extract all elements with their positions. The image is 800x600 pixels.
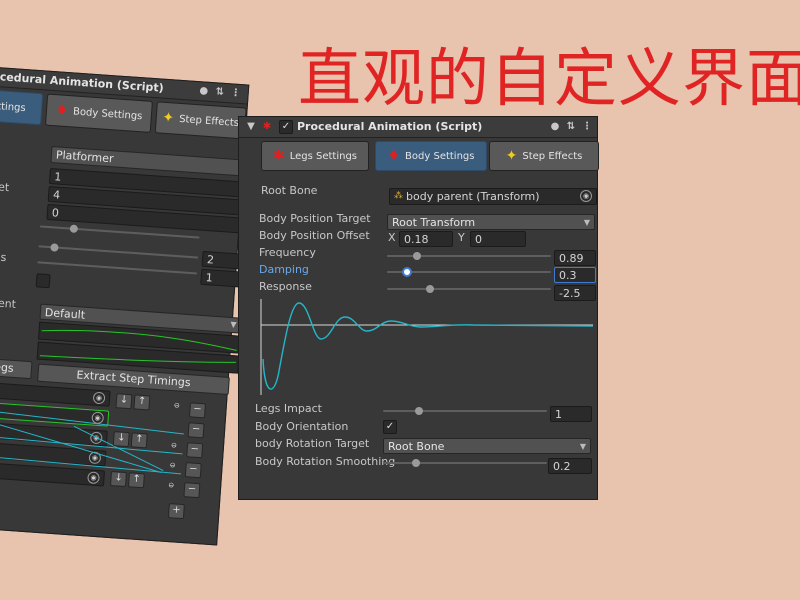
- legs-impact-slider-track[interactable]: [383, 410, 547, 412]
- body-icon: ♦: [387, 148, 401, 164]
- root-bone-value: body parent (Transform): [406, 190, 540, 203]
- tab-body-label: Body Settings: [405, 150, 475, 162]
- response-curve: [262, 302, 594, 390]
- legs-impact-field[interactable]: 1: [550, 406, 592, 422]
- tab-legs-label: Legs Settings: [289, 150, 358, 162]
- script-spider-icon: ✱: [262, 121, 272, 132]
- back-inspector-panel: ocedural Animation (Script) ● ⇅ ⋮ Settin…: [0, 65, 252, 546]
- body-position-target-dropdown[interactable]: Root Transform ▼: [387, 214, 595, 230]
- spider-legs-icon: ✱: [272, 148, 285, 164]
- body-orientation-checkbox[interactable]: ✓: [383, 420, 397, 434]
- root-bone-label: Root Bone: [261, 184, 318, 197]
- remove-button[interactable]: −: [186, 442, 204, 459]
- move-down-button[interactable]: ↓: [115, 393, 133, 410]
- remove-button[interactable]: −: [188, 402, 206, 419]
- root-bone-field[interactable]: ⁂ body parent (Transform) ◉: [389, 188, 597, 205]
- preset-icon[interactable]: ⇅: [565, 121, 577, 133]
- body-rotation-smoothing-slider-knob[interactable]: [411, 459, 420, 467]
- body-position-offset-label: Body Position Offset: [259, 229, 370, 242]
- damping-label: Damping: [259, 263, 309, 276]
- object-picker-icon[interactable]: ◉: [580, 190, 592, 202]
- foldout-arrow-icon[interactable]: ▼: [245, 121, 257, 133]
- swirl-icon[interactable]: ဓ: [165, 459, 180, 473]
- main-inspector-panel: ▼ ✱ ✓ Procedural Animation (Script) ● ⇅ …: [238, 116, 599, 500]
- legs-impact-label: Legs Impact: [255, 402, 322, 415]
- tab-step-label: Step Effects: [522, 150, 583, 162]
- frequency-field[interactable]: 0.89: [554, 250, 596, 266]
- move-down-button[interactable]: ↓: [112, 431, 130, 448]
- remove-button[interactable]: −: [184, 462, 202, 479]
- move-up-button[interactable]: ↑: [133, 394, 151, 411]
- menu-icon[interactable]: ⋮: [581, 121, 593, 133]
- frequency-label: Frequency: [259, 246, 316, 259]
- body-position-target-label: Body Position Target: [259, 212, 371, 225]
- transform-icon: ⁂: [394, 191, 403, 201]
- offset-x-label: X: [388, 231, 396, 244]
- main-panel-title: Procedural Animation (Script): [297, 120, 483, 133]
- headline-text: 直观的自定义界面: [298, 42, 800, 115]
- body-rotation-target-label: body Rotation Target: [255, 437, 370, 450]
- offset-y-field[interactable]: 0: [470, 231, 526, 247]
- move-up-button[interactable]: ↑: [127, 472, 145, 489]
- body-rotation-target-dropdown[interactable]: Root Bone ▼: [383, 438, 591, 454]
- damping-field[interactable]: 0.3: [554, 267, 596, 283]
- tab-body-settings[interactable]: ♦ Body Settings: [375, 141, 487, 171]
- tab-step-effects[interactable]: ✦ Step Effects: [489, 141, 599, 171]
- body-rotation-smoothing-label: Body Rotation Smoothing: [255, 455, 396, 468]
- move-down-button[interactable]: ↓: [109, 470, 127, 488]
- swirl-icon[interactable]: ဓ: [167, 439, 182, 453]
- body-rotation-target-value: Root Bone: [388, 440, 445, 453]
- offset-x-field[interactable]: 0.18: [399, 231, 453, 247]
- help-icon[interactable]: ●: [549, 121, 561, 133]
- swirl-icon[interactable]: ဓ: [164, 479, 179, 493]
- move-up-button[interactable]: ↑: [130, 432, 148, 449]
- legs-impact-slider-knob[interactable]: [415, 407, 424, 415]
- response-label: Response: [259, 280, 312, 293]
- remove-button[interactable]: −: [183, 482, 201, 499]
- add-button[interactable]: +: [167, 503, 185, 520]
- body-position-target-value: Root Transform: [392, 216, 476, 229]
- swirl-icon[interactable]: ဓ: [169, 399, 184, 413]
- main-panel-header: ▼ ✱ ✓ Procedural Animation (Script) ● ⇅ …: [239, 117, 597, 138]
- response-slider-track[interactable]: [387, 288, 551, 290]
- response-curve-graph: [260, 299, 594, 395]
- response-slider-knob[interactable]: [425, 285, 434, 293]
- body-rotation-smoothing-field[interactable]: 0.2: [548, 458, 592, 474]
- frequency-slider-knob[interactable]: [412, 252, 421, 260]
- body-orientation-label: Body Orientation: [255, 420, 349, 433]
- damping-slider-knob[interactable]: [401, 267, 412, 277]
- tab-legs-settings[interactable]: ✱ Legs Settings: [261, 141, 369, 171]
- sparkle-icon: ✦: [505, 148, 518, 164]
- body-rotation-smoothing-slider-track[interactable]: [383, 462, 547, 464]
- dropdown-arrow-icon: ▼: [583, 218, 590, 227]
- remove-button[interactable]: −: [187, 422, 205, 439]
- enabled-checkbox[interactable]: ✓: [279, 120, 293, 134]
- offset-y-label: Y: [458, 231, 465, 244]
- dropdown-arrow-icon: ▼: [579, 442, 586, 451]
